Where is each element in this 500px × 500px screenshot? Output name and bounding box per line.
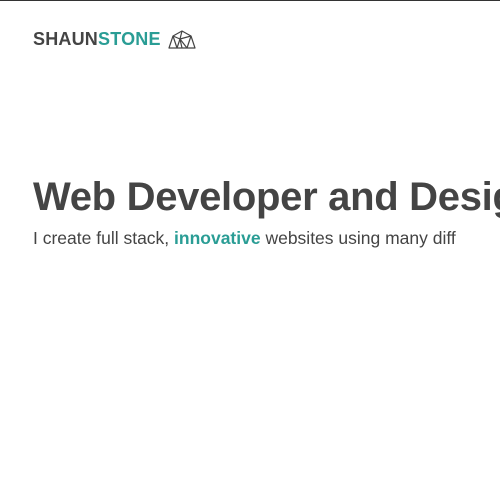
logo-text: SHAUNSTONE (33, 28, 161, 50)
hero-subtitle-highlight: innovative (174, 228, 261, 248)
hero-subtitle-start: I create full stack, (33, 228, 175, 248)
hero-title: Web Developer and Design (33, 175, 500, 219)
house-logo-icon (167, 29, 197, 49)
logo-text-part2: STONE (98, 29, 161, 49)
site-logo[interactable]: SHAUNSTONE (33, 28, 197, 50)
logo-text-part1: SHAUN (33, 29, 99, 49)
hero-subtitle-end: websites using many diff (260, 228, 456, 248)
hero-subtitle: I create full stack, innovative websites… (33, 225, 500, 251)
hero-section: Web Developer and Design I create full s… (33, 171, 500, 251)
